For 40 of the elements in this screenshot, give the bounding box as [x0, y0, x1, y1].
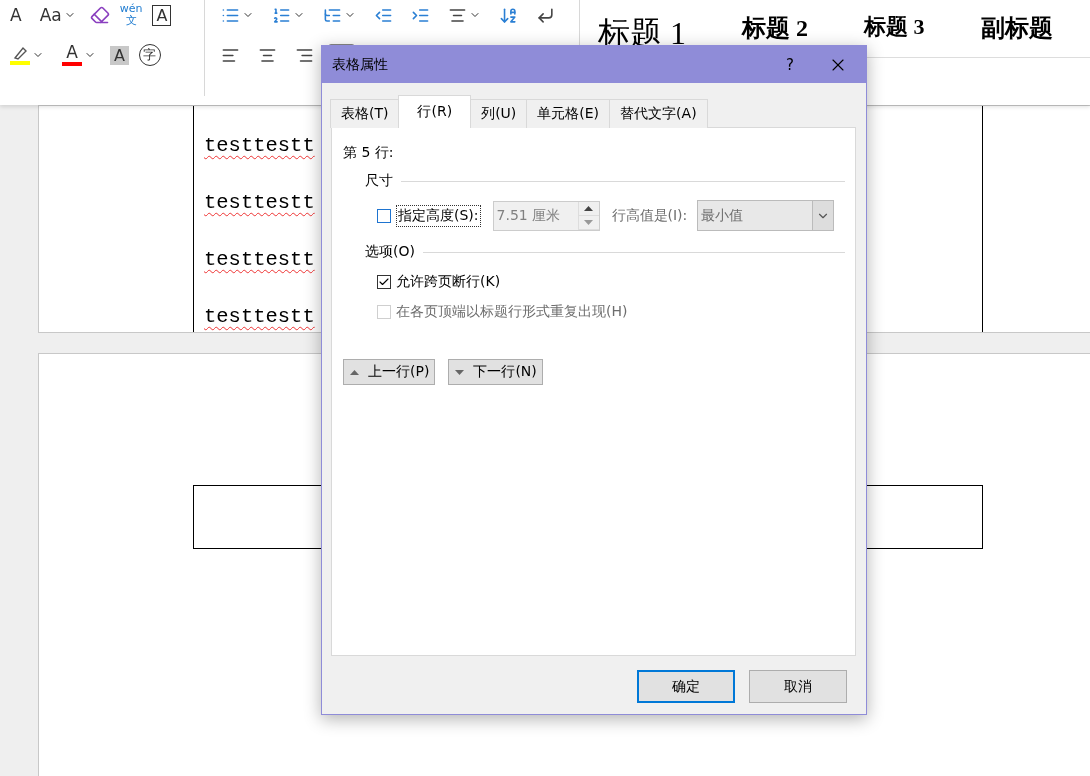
- grow-font-button[interactable]: A: [6, 3, 26, 27]
- marker-icon: [11, 45, 29, 60]
- tab[interactable]: 表格(T): [330, 99, 400, 128]
- table-text: testtestt: [204, 133, 315, 159]
- sort-icon: [499, 5, 518, 25]
- section-title: 尺寸: [365, 172, 393, 190]
- row-label: 第 5 行:: [343, 144, 395, 162]
- up-arrow-icon: [584, 205, 594, 211]
- section-title: 选项(O): [365, 243, 415, 261]
- tab[interactable]: 行(R): [398, 95, 472, 128]
- dialog-title: 表格属性: [332, 55, 389, 74]
- style-option[interactable]: 标题 3: [864, 12, 925, 42]
- tab[interactable]: 列(U): [470, 99, 528, 128]
- tab[interactable]: 替代文字(A): [609, 99, 708, 128]
- help-button[interactable]: ?: [770, 55, 810, 74]
- style-option[interactable]: 标题 2: [742, 12, 808, 44]
- cancel-button[interactable]: 取消: [749, 670, 847, 703]
- down-arrow-icon: [455, 369, 465, 375]
- checkbox[interactable]: [377, 275, 391, 289]
- numbering-icon: [272, 5, 291, 25]
- clear-format-icon[interactable]: [89, 5, 110, 25]
- down-arrow-icon: [584, 219, 594, 225]
- font-color-button[interactable]: A: [58, 42, 100, 68]
- table-text: testtestt: [204, 304, 315, 330]
- field-label: 行高值是(I):: [611, 206, 688, 225]
- style-option[interactable]: 副标题: [980, 12, 1053, 44]
- checkbox-label[interactable]: 允许跨页断行(K): [396, 273, 501, 291]
- previous-row-button[interactable]: 上一行(P): [343, 359, 436, 385]
- ok-button[interactable]: 确定: [637, 670, 735, 703]
- phonetic-guide-button[interactable]: wén 文: [119, 2, 143, 28]
- table-text: testtestt: [204, 247, 315, 273]
- check-icon: [378, 276, 390, 288]
- character-border-button[interactable]: A: [152, 4, 172, 26]
- table-text: testtestt: [204, 190, 315, 216]
- tab[interactable]: 单元格(E): [526, 99, 611, 128]
- character-shading-button[interactable]: A: [110, 45, 129, 65]
- paragraph-mark-icon: [536, 5, 555, 25]
- up-arrow-icon: [350, 369, 359, 375]
- next-row-button[interactable]: 下一行(N): [448, 359, 543, 385]
- change-case-button[interactable]: Aa: [35, 3, 80, 27]
